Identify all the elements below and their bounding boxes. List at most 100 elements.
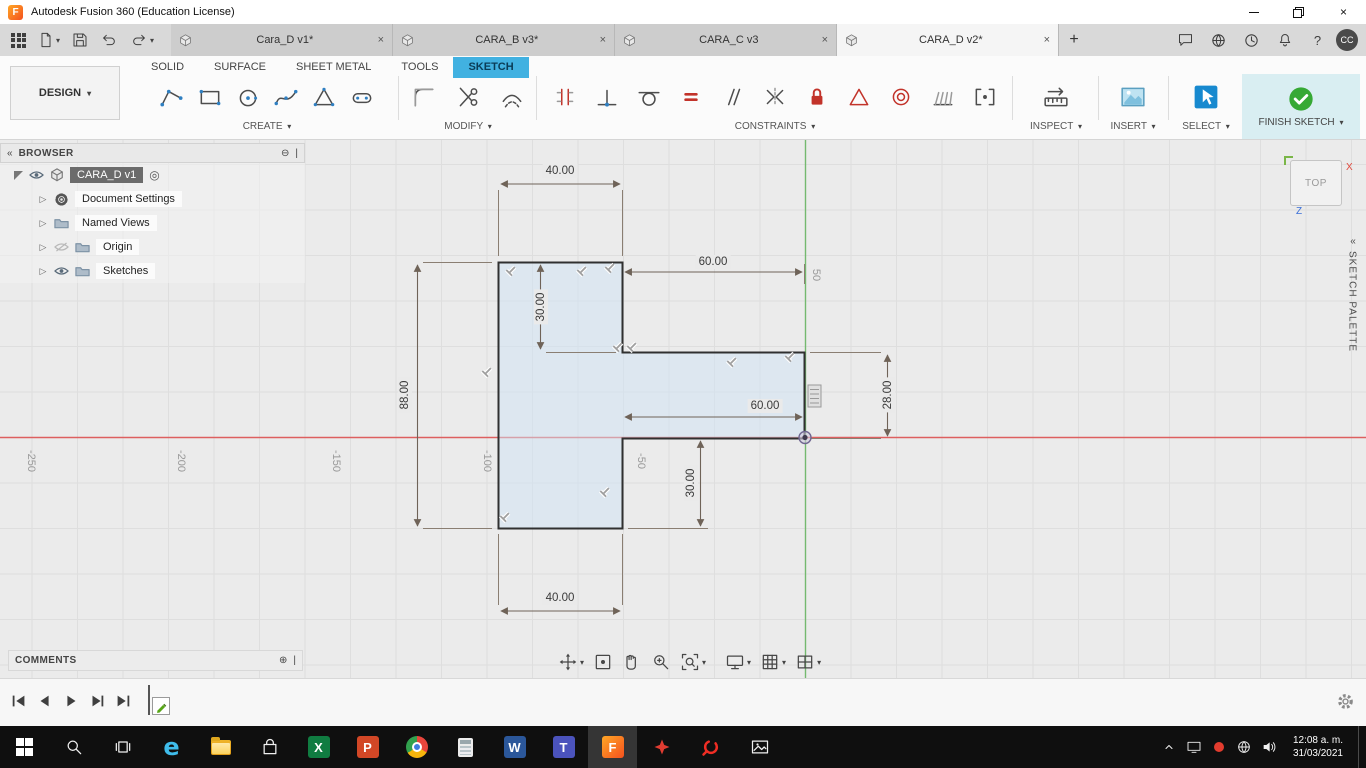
doc-tab-cara-d-v1[interactable]: Cara_D v1* × [171,24,394,56]
offset-tool-button[interactable] [490,76,534,118]
fix-constraint-button[interactable] [796,76,838,118]
tray-app-badge-button[interactable] [1210,742,1228,752]
save-button[interactable] [67,27,93,53]
tray-display-button[interactable] [1185,739,1203,755]
timeline-position-marker[interactable] [148,685,170,715]
doc-tab-cara-b-v3[interactable]: CARA_B v3* × [393,24,616,56]
constraints-group-label[interactable]: CONSTRAINTS ▾ [538,121,1012,132]
modeling-canvas[interactable]: 40.00 60.00 30.00 88.00 60.00 28.00 30.0… [0,140,1366,678]
teams-button[interactable]: T [539,726,588,768]
tray-volume-button[interactable] [1260,739,1278,755]
close-tab-icon[interactable]: × [600,34,606,46]
root-document-label[interactable]: CARA_D v1 [70,167,144,183]
history-button[interactable] [1237,27,1266,53]
store-button[interactable] [245,726,294,768]
new-tab-button[interactable]: + [1059,24,1089,56]
dim-left-height[interactable]: 88.00 [398,377,412,413]
browser-row-document-settings[interactable]: ▷ Document Settings [0,187,305,211]
spline-tool-button[interactable] [267,76,305,118]
task-view-button[interactable] [98,726,147,768]
tray-network-button[interactable] [1235,739,1253,755]
insert-group-label[interactable]: INSERT ▾ [1100,121,1166,132]
photos-button[interactable] [735,726,784,768]
fillet-tool-button[interactable] [402,76,446,118]
slot-tool-button[interactable] [343,76,381,118]
browser-row-origin[interactable]: ▷ Origin [0,235,305,259]
show-desktop-button[interactable] [1358,726,1364,768]
finish-sketch-button[interactable]: FINISH SKETCH ▾ [1242,74,1360,139]
fusion-360-button[interactable]: F [588,726,637,768]
doc-tab-cara-d-v2-active[interactable]: CARA_D v2* × [837,24,1060,56]
panel-grip-icon[interactable]: | [295,148,298,159]
activate-target-icon[interactable]: ◎ [149,168,159,182]
measure-tool-button[interactable] [1037,76,1075,118]
circle-tool-button[interactable] [229,76,267,118]
collapse-panel-icon[interactable]: « [7,148,13,159]
browser-row-named-views[interactable]: ▷ Named Views [0,211,305,235]
panel-grip-icon[interactable]: | [293,655,296,666]
line-tool-button[interactable] [153,76,191,118]
word-button[interactable]: W [490,726,539,768]
horizontal-vertical-constraint-button[interactable] [544,76,586,118]
coincident-constraint-button[interactable] [586,76,628,118]
redo-button[interactable]: ▾ [125,27,159,53]
doc-tab-cara-c-v3[interactable]: CARA_C v3 × [615,24,838,56]
start-button[interactable] [0,726,49,768]
tangent-constraint-button[interactable] [628,76,670,118]
look-at-button[interactable] [593,652,613,672]
help-button[interactable]: ? [1303,27,1332,53]
dim-arm-width[interactable]: 60.00 [747,399,783,413]
undo-button[interactable] [95,27,123,53]
app-menu-button[interactable] [6,27,31,53]
expander-icon[interactable]: ▷ [38,218,48,229]
file-explorer-button[interactable] [196,726,245,768]
close-tab-icon[interactable]: × [1044,34,1050,46]
acrobat-button[interactable] [686,726,735,768]
equal-constraint-button[interactable] [670,76,712,118]
inspect-group-label[interactable]: INSPECT ▾ [1014,121,1098,132]
notifications-button[interactable] [1270,27,1299,53]
close-tab-icon[interactable]: × [378,34,384,46]
orbit-button[interactable]: ▾ [558,652,584,672]
dim-top-width[interactable]: 40.00 [542,164,578,178]
step-back-button[interactable] [34,690,56,712]
expander-icon[interactable]: ▷ [38,242,48,253]
dim-arm-height[interactable]: 28.00 [881,377,895,413]
file-menu-button[interactable]: ▾ [33,27,65,53]
edge-button[interactable]: e [147,726,196,768]
zoom-button[interactable] [651,652,671,672]
feedback-button[interactable] [1171,27,1200,53]
insert-image-button[interactable] [1114,76,1152,118]
dim-top-right-width[interactable]: 60.00 [695,255,731,269]
tray-expand-button[interactable] [1160,741,1178,753]
midpoint-constraint-button[interactable] [838,76,880,118]
add-comment-icon[interactable]: ⊕ [279,655,287,666]
grid-snap-button[interactable]: ▾ [760,652,786,672]
dim-upper-height[interactable]: 30.00 [534,289,548,325]
job-status-button[interactable] [1204,27,1233,53]
visibility-eye-off-icon[interactable] [54,242,69,252]
visibility-eye-icon[interactable] [54,266,69,276]
user-avatar[interactable]: CC [1336,29,1358,51]
create-group-label[interactable]: CREATE ▾ [136,121,398,132]
excel-button[interactable]: X [294,726,343,768]
browser-root-row[interactable]: CARA_D v1 ◎ [0,163,305,187]
parallel-constraint-button[interactable] [712,76,754,118]
modify-group-label[interactable]: MODIFY ▾ [400,121,536,132]
go-to-start-button[interactable] [8,690,30,712]
restore-button[interactable] [1276,0,1321,24]
minimize-panel-icon[interactable]: ⊖ [281,148,289,159]
workspace-selector[interactable]: DESIGN ▾ [10,66,120,120]
select-tool-button[interactable] [1187,76,1225,118]
comments-bar[interactable]: COMMENTS ⊕ | [8,650,303,671]
curvature-constraint-button[interactable] [922,76,964,118]
play-button[interactable] [60,690,82,712]
search-button[interactable] [49,726,98,768]
dim-bottom-width[interactable]: 40.00 [542,591,578,605]
concentric-constraint-button[interactable] [880,76,922,118]
close-button[interactable]: × [1321,0,1366,24]
viewcube[interactable]: TOP [1290,160,1342,206]
select-group-label[interactable]: SELECT ▾ [1170,121,1242,132]
clock[interactable]: 12:08 a. m. 31/03/2021 [1285,734,1351,760]
viewcube-face-label[interactable]: TOP [1305,178,1327,189]
